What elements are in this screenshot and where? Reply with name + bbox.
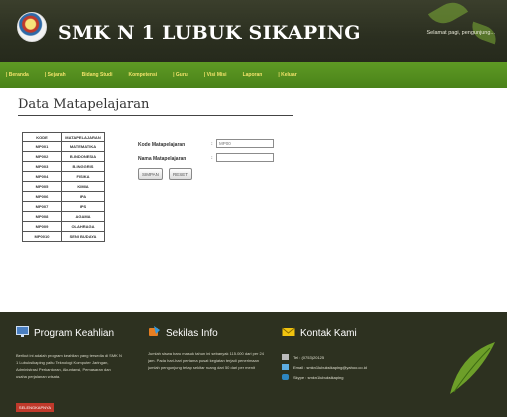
cell-kode: MP009 (22, 221, 62, 232)
cell-kode: MP008 (22, 211, 62, 222)
monitor-icon (16, 326, 29, 337)
nama-label: Nama Matapelajaran (138, 156, 187, 162)
email-text[interactable]: Email : smkn1lubuksikaping@yahoo.co.id (293, 365, 367, 370)
cell-matapelajaran: MATEMATIKA (61, 141, 105, 152)
page-title: Data Matapelajaran (18, 97, 150, 112)
table-row: MP009 OLAHRAGA (22, 221, 105, 232)
kode-input[interactable] (216, 139, 274, 148)
nav-item-bidang-studi[interactable]: Bidang Studi (82, 72, 113, 78)
table-row: MP007 IPS (22, 201, 105, 212)
cell-matapelajaran: AGAMA (61, 211, 105, 222)
cell-matapelajaran: KIMIA (61, 181, 105, 192)
cell-kode: MP006 (22, 191, 62, 202)
email-icon (282, 364, 289, 370)
cell-kode: MP003 (22, 161, 62, 172)
program-text: Berikut ini adalah program keahlian yang… (16, 353, 122, 379)
contact-phone: Tel : (0753)20125 (282, 354, 324, 360)
cell-matapelajaran: OLAHRAGA (61, 221, 105, 232)
nav-item-laporan[interactable]: Laporan (243, 72, 263, 78)
main-nav: | Beranda | Sejarah Bidang Studi Kompete… (0, 62, 507, 88)
skype-text: Skype : smkn1lubuksikaping (293, 374, 344, 380)
kode-colon: : (211, 141, 213, 147)
cell-kode: MP004 (22, 171, 62, 182)
cell-matapelajaran: IPS (61, 201, 105, 212)
column-header-kode: KODE (22, 132, 62, 142)
info-heading: Sekilas Info (166, 328, 218, 339)
school-logo-icon (17, 12, 47, 42)
table-header-row: KODE MATAPELAJARAN (22, 132, 105, 142)
cell-kode: MP007 (22, 201, 62, 212)
nav-item-sejarah[interactable]: | Sejarah (45, 72, 66, 78)
table-row: MP006 IPA (22, 191, 105, 202)
site-title: SMK N 1 LUBUK SIKAPING (58, 22, 361, 44)
table-row: MP0010 SENI BUDAYA (22, 231, 105, 242)
table-row: MP008 AGAMA (22, 211, 105, 222)
nama-input[interactable] (216, 153, 274, 162)
nav-item-keluar[interactable]: | Keluar (278, 72, 296, 78)
cell-matapelajaran: SENI BUDAYA (61, 231, 105, 242)
cell-kode: MP002 (22, 151, 62, 162)
mail-icon (282, 327, 295, 336)
column-header-matapelajaran: MATAPELAJARAN (61, 132, 105, 142)
site-footer: Program Keahlian Berikut ini adalah prog… (0, 312, 507, 417)
cell-matapelajaran: FISIKA (61, 171, 105, 182)
phone-icon (282, 354, 289, 360)
leaf-decoration-icon (450, 342, 495, 394)
welcome-text: Selamat pagi, pengunjung... (426, 30, 496, 36)
info-text: Jumlah siswa baru masuk tahun ini sebany… (148, 351, 264, 370)
contact-skype: Skype : smkn1lubuksikaping (282, 374, 343, 380)
nav-item-guru[interactable]: | Guru (173, 72, 188, 78)
table-row: MP001 MATEMATIKA (22, 141, 105, 152)
read-more-button[interactable]: SELENGKAPNYA (16, 403, 54, 412)
table-row: MP003 B.INGGRIS (22, 161, 105, 172)
program-heading: Program Keahlian (34, 328, 115, 339)
nav-item-kompetensi[interactable]: Kompetensi (129, 72, 158, 78)
cell-kode: MP0010 (22, 231, 62, 242)
contact-heading: Kontak Kami (300, 328, 357, 339)
subject-table: KODE MATAPELAJARAN MP001 MATEMATIKA MP002… (22, 132, 105, 242)
save-button[interactable]: SIMPAN (138, 168, 163, 180)
skype-icon (282, 374, 289, 380)
cell-kode: MP005 (22, 181, 62, 192)
table-row: MP005 KIMIA (22, 181, 105, 192)
info-icon (149, 326, 160, 336)
cell-matapelajaran: IPA (61, 191, 105, 202)
phone-text: Tel : (0753)20125 (293, 354, 325, 360)
cell-matapelajaran: B.INDONESIA (61, 151, 105, 162)
reset-button[interactable]: RESET (169, 168, 193, 180)
kode-label: Kode Matapelajaran (138, 142, 186, 148)
table-row: MP002 B.INDONESIA (22, 151, 105, 162)
nav-item-beranda[interactable]: | Beranda (6, 72, 29, 78)
site-header: SMK N 1 LUBUK SIKAPING Selamat pagi, pen… (0, 0, 507, 62)
leaf-decoration-icon (427, 0, 469, 30)
contact-email: Email : smkn1lubuksikaping@yahoo.co.id (282, 364, 367, 370)
table-row: MP004 FISIKA (22, 171, 105, 182)
nav-item-visi-misi[interactable]: | Visi Misi (204, 72, 227, 78)
cell-kode: MP001 (22, 141, 62, 152)
cell-matapelajaran: B.INGGRIS (61, 161, 105, 172)
nama-colon: : (211, 155, 213, 161)
title-divider (18, 115, 293, 116)
